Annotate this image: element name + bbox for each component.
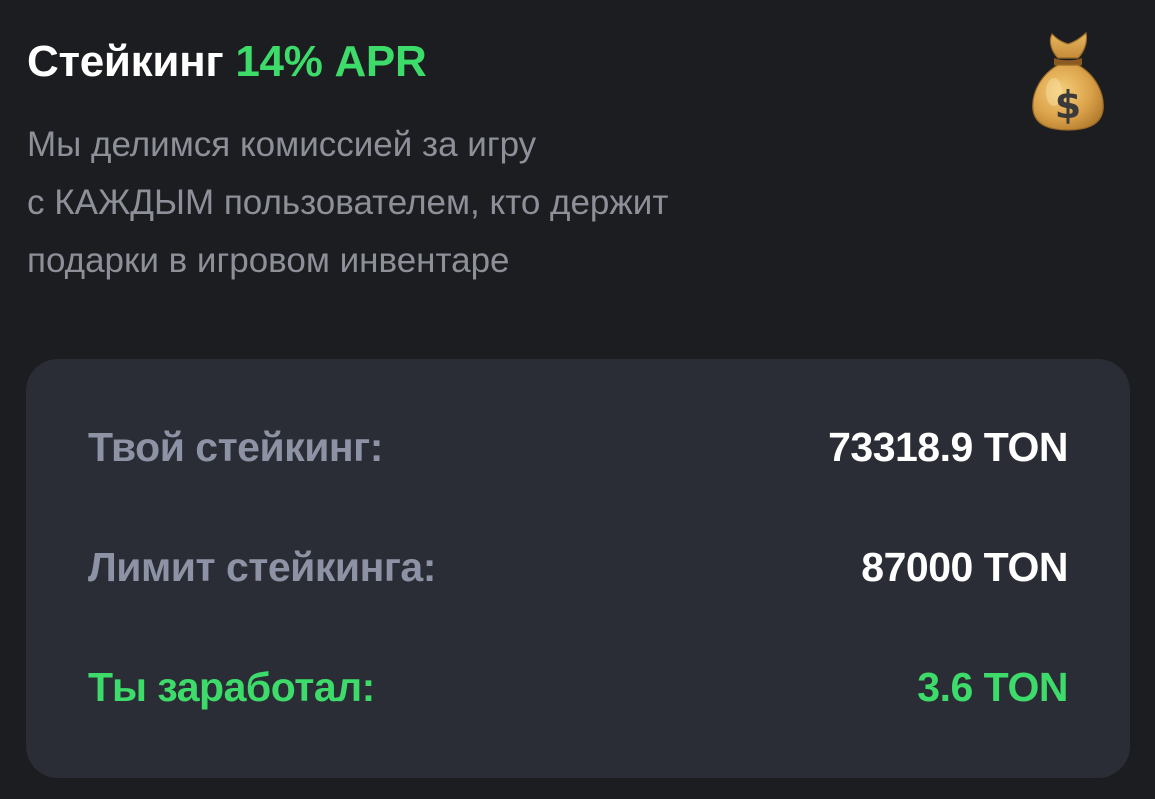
description-line: Мы делимся комиссией за игру [27, 125, 537, 164]
earned-label: Ты заработал: [88, 663, 375, 710]
staking-limit-value: 87000 TON [861, 543, 1068, 590]
staking-stats-card: Твой стейкинг: 73318.9 TON Лимит стейкин… [26, 359, 1130, 778]
apr-badge: 14% APR [235, 37, 427, 86]
staking-limit-label: Лимит стейкинга: [88, 543, 436, 590]
staking-amount-label: Твой стейкинг: [88, 423, 383, 470]
staking-amount-row: Твой стейкинг: 73318.9 TON [88, 417, 1068, 477]
staking-description: Мы делимся комиссией за игру с КАЖДЫМ по… [27, 116, 887, 290]
page-title: Стейкинг 14% APR [27, 34, 1115, 90]
description-line: подарки в игровом инвентаре [27, 241, 510, 280]
description-line: с КАЖДЫМ пользователем, кто держит [27, 183, 669, 222]
staking-amount-value: 73318.9 TON [828, 423, 1068, 470]
staking-header: Стейкинг 14% APR Мы делимся комиссией за… [27, 34, 1115, 290]
earned-row: Ты заработал: 3.6 TON [88, 657, 1068, 717]
earned-value: 3.6 TON [917, 663, 1068, 710]
money-bag-icon: $ [1028, 30, 1108, 132]
title-text: Стейкинг [27, 37, 224, 86]
svg-text:$: $ [1055, 83, 1081, 127]
staking-limit-row: Лимит стейкинга: 87000 TON [88, 537, 1068, 597]
